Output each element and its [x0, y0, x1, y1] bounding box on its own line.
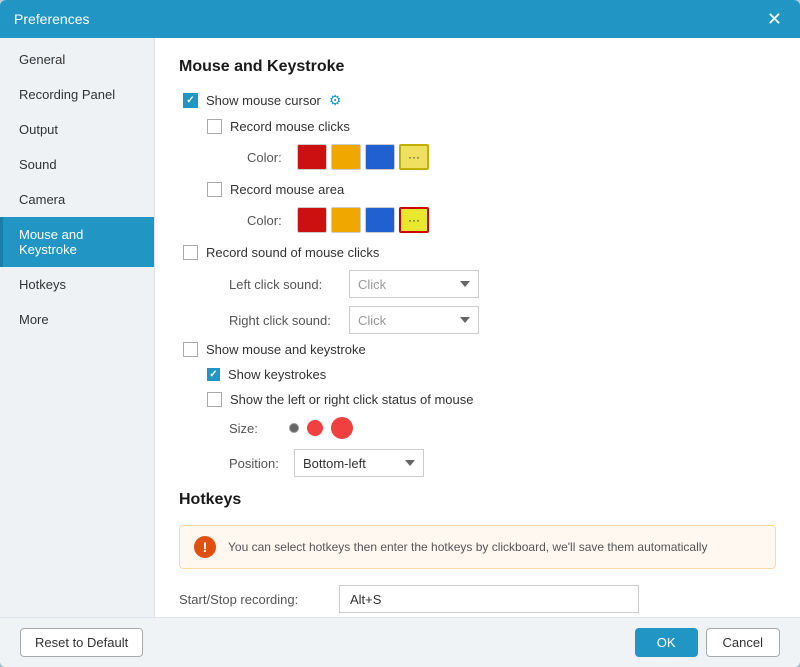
show-mouse-cursor-checkbox[interactable] — [183, 93, 198, 108]
footer-right: OK Cancel — [635, 628, 780, 657]
size-small-dot[interactable] — [289, 423, 299, 433]
color-more-button-1[interactable]: ··· — [399, 144, 429, 170]
show-mouse-keystroke-label: Show mouse and keystroke — [206, 342, 366, 357]
show-mouse-keystroke-row: Show mouse and keystroke — [179, 342, 776, 357]
sidebar-item-camera[interactable]: Camera — [0, 182, 154, 217]
show-keystrokes-checkbox[interactable] — [207, 368, 220, 381]
hotkeys-info-text: You can select hotkeys then enter the ho… — [228, 540, 707, 554]
left-click-sound-select[interactable]: Click — [349, 270, 479, 298]
record-sound-row: Record sound of mouse clicks — [179, 245, 776, 260]
record-mouse-clicks-row: Record mouse clicks — [179, 119, 776, 134]
title-bar: Preferences ✕ — [0, 0, 800, 38]
show-mouse-cursor-label: Show mouse cursor — [206, 93, 321, 108]
right-click-sound-label: Right click sound: — [229, 313, 349, 328]
left-click-sound-label: Left click sound: — [229, 277, 349, 292]
sidebar: General Recording Panel Output Sound Cam… — [0, 38, 155, 617]
color-label-1: Color: — [247, 150, 287, 165]
right-click-sound-select[interactable]: Click — [349, 306, 479, 334]
close-button[interactable]: ✕ — [763, 8, 786, 30]
dialog-body: General Recording Panel Output Sound Cam… — [0, 38, 800, 617]
record-mouse-clicks-label: Record mouse clicks — [230, 119, 350, 134]
info-icon: ! — [194, 536, 216, 558]
preferences-dialog: Preferences ✕ General Recording Panel Ou… — [0, 0, 800, 667]
sidebar-item-mouse-keystroke[interactable]: Mouse and Keystroke — [0, 217, 154, 267]
color-swatch-red-2[interactable] — [297, 207, 327, 233]
dialog-title: Preferences — [14, 11, 89, 27]
color-label-2: Color: — [247, 213, 287, 228]
sidebar-item-recording-panel[interactable]: Recording Panel — [0, 77, 154, 112]
color-more-button-2[interactable]: ··· — [399, 207, 429, 233]
start-stop-input[interactable] — [339, 585, 639, 613]
position-row: Position: Bottom-left Bottom-right Top-l… — [179, 449, 776, 477]
record-mouse-area-checkbox[interactable] — [207, 182, 222, 197]
sidebar-item-more[interactable]: More — [0, 302, 154, 337]
size-medium-dot[interactable] — [307, 420, 323, 436]
color-swatch-orange-1[interactable] — [331, 144, 361, 170]
cancel-button[interactable]: Cancel — [706, 628, 780, 657]
record-sound-label: Record sound of mouse clicks — [206, 245, 379, 260]
color-swatch-orange-2[interactable] — [331, 207, 361, 233]
show-mouse-cursor-row: Show mouse cursor ⚙ — [179, 92, 776, 109]
dialog-footer: Reset to Default OK Cancel — [0, 617, 800, 667]
position-select[interactable]: Bottom-left Bottom-right Top-left Top-ri… — [294, 449, 424, 477]
hotkeys-info-box: ! You can select hotkeys then enter the … — [179, 525, 776, 569]
show-click-status-label: Show the left or right click status of m… — [230, 392, 474, 407]
color-row-1: Color: ··· — [179, 144, 776, 170]
reset-button[interactable]: Reset to Default — [20, 628, 143, 657]
sidebar-item-output[interactable]: Output — [0, 112, 154, 147]
sidebar-item-sound[interactable]: Sound — [0, 147, 154, 182]
main-content: Mouse and Keystroke Show mouse cursor ⚙ … — [155, 38, 800, 617]
show-keystrokes-row: Show keystrokes — [179, 367, 776, 382]
record-mouse-area-row: Record mouse area — [179, 182, 776, 197]
left-click-sound-row: Left click sound: Click — [179, 270, 776, 298]
record-mouse-area-label: Record mouse area — [230, 182, 344, 197]
show-click-status-checkbox[interactable] — [207, 392, 222, 407]
hotkeys-title: Hotkeys — [179, 491, 776, 509]
color-swatch-red-1[interactable] — [297, 144, 327, 170]
position-label: Position: — [229, 456, 294, 471]
record-mouse-clicks-checkbox[interactable] — [207, 119, 222, 134]
sidebar-item-general[interactable]: General — [0, 42, 154, 77]
size-row: Size: — [179, 417, 776, 439]
show-click-status-row: Show the left or right click status of m… — [179, 392, 776, 407]
start-stop-label: Start/Stop recording: — [179, 592, 339, 607]
size-label: Size: — [229, 421, 289, 436]
show-mouse-keystroke-checkbox[interactable] — [183, 342, 198, 357]
record-sound-checkbox[interactable] — [183, 245, 198, 260]
gear-icon[interactable]: ⚙ — [329, 92, 342, 109]
right-click-sound-row: Right click sound: Click — [179, 306, 776, 334]
color-row-2: Color: ··· — [179, 207, 776, 233]
mouse-keystroke-title: Mouse and Keystroke — [179, 58, 776, 76]
sidebar-item-hotkeys[interactable]: Hotkeys — [0, 267, 154, 302]
color-swatch-blue-1[interactable] — [365, 144, 395, 170]
show-keystrokes-label: Show keystrokes — [228, 367, 326, 382]
color-swatch-blue-2[interactable] — [365, 207, 395, 233]
ok-button[interactable]: OK — [635, 628, 698, 657]
size-large-dot[interactable] — [331, 417, 353, 439]
start-stop-row: Start/Stop recording: — [179, 585, 776, 613]
